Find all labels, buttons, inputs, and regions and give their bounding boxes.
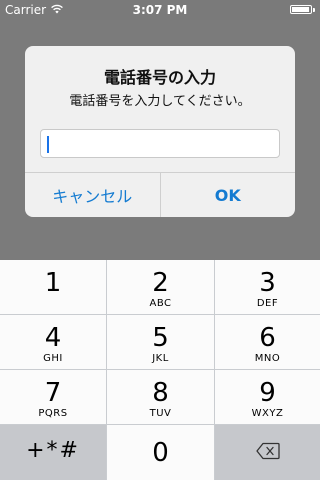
key-digit: 8 bbox=[152, 378, 169, 408]
key-letters: GHI bbox=[43, 353, 63, 364]
key-2[interactable]: 2 ABC bbox=[107, 260, 214, 314]
key-letters: ABC bbox=[149, 298, 172, 309]
key-7[interactable]: 7 PQRS bbox=[0, 370, 106, 424]
backspace-key[interactable] bbox=[215, 425, 320, 480]
key-3[interactable]: 3 DEF bbox=[215, 260, 320, 314]
key-letters: JKL bbox=[152, 353, 169, 364]
key-digit: 4 bbox=[44, 323, 62, 353]
alert-button-row: キャンセル OK bbox=[25, 172, 295, 217]
key-8[interactable]: 8 TUV bbox=[107, 370, 214, 424]
delete-left-icon bbox=[255, 442, 280, 463]
key-symbols-label: +*# bbox=[26, 438, 80, 463]
status-bar: Carrier 3:07 PM bbox=[0, 0, 320, 20]
key-letters: MNO bbox=[254, 353, 281, 364]
key-digit: 6 bbox=[259, 323, 276, 353]
key-digit: 7 bbox=[44, 378, 62, 408]
key-1[interactable]: 1 bbox=[0, 260, 106, 314]
status-time: 3:07 PM bbox=[132, 3, 188, 17]
key-digit: 3 bbox=[259, 268, 276, 298]
key-digit: 1 bbox=[44, 268, 62, 298]
alert-message: 電話番号を入力してください。 bbox=[69, 94, 251, 109]
key-6[interactable]: 6 MNO bbox=[215, 315, 320, 369]
ok-button[interactable]: OK bbox=[159, 173, 296, 217]
battery-icon bbox=[290, 5, 315, 14]
key-letters: DEF bbox=[256, 298, 279, 309]
key-digit: 9 bbox=[259, 378, 276, 408]
key-digit: 2 bbox=[152, 268, 169, 298]
key-digit: 5 bbox=[152, 323, 169, 353]
key-0[interactable]: 0 bbox=[107, 425, 214, 480]
phone-number-input[interactable] bbox=[40, 129, 280, 158]
key-9[interactable]: 9 WXYZ bbox=[215, 370, 320, 424]
key-5[interactable]: 5 JKL bbox=[107, 315, 214, 369]
text-cursor bbox=[47, 136, 49, 153]
phone-keypad: 1 2 ABC 3 DEF 4 GHI 5 JKL 6 MNO 7 PQRS 8 TUV 9W… bbox=[0, 260, 320, 480]
key-digit: 0 bbox=[152, 438, 169, 468]
cancel-button[interactable]: キャンセル bbox=[25, 173, 160, 217]
key-letters: TUV bbox=[149, 408, 172, 419]
key-4[interactable]: 4 GHI bbox=[0, 315, 106, 369]
alert-title: 電話番号の入力 bbox=[103, 68, 216, 87]
symbols-key[interactable]: +*# bbox=[0, 425, 106, 480]
key-letters: WXYZ bbox=[251, 408, 284, 419]
phone-input-alert: 電話番号の入力 電話番号を入力してください。 キャンセル OK bbox=[25, 46, 295, 217]
key-letters: PQRS bbox=[38, 408, 68, 419]
